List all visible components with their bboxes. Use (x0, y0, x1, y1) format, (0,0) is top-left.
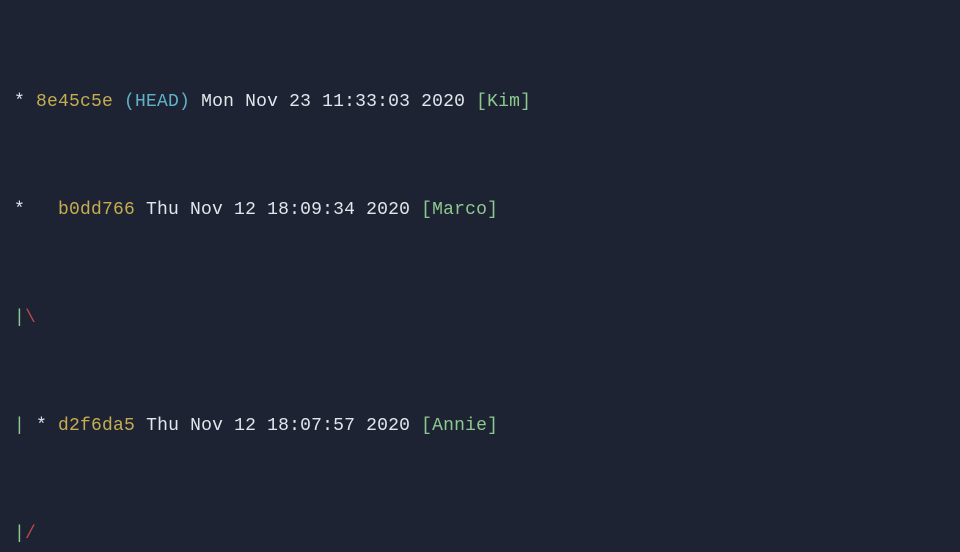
author-open: [ (421, 417, 432, 435)
commit-date: Thu Nov 12 18:07:57 2020 (146, 417, 410, 435)
spacer (113, 93, 124, 111)
author-close: ] (487, 417, 498, 435)
commit-date: Thu Nov 12 18:09:34 2020 (146, 201, 410, 219)
git-log-output: * 8e45c5e (HEAD) Mon Nov 23 11:33:03 202… (0, 0, 960, 552)
graph-segment: | (14, 417, 36, 435)
graph-segment: / (25, 525, 36, 543)
spacer (410, 417, 421, 435)
spacer (465, 93, 476, 111)
graph-segment: \ (25, 309, 36, 327)
log-line: | * d2f6da5 Thu Nov 12 18:07:57 2020 [ A… (14, 408, 946, 444)
commit-author: Marco (432, 201, 487, 219)
spacer (410, 201, 421, 219)
author-close: ] (487, 201, 498, 219)
log-line: | / (14, 516, 946, 552)
graph-segment: * (36, 417, 58, 435)
graph-segment: * (14, 93, 36, 111)
commit-author: Annie (432, 417, 487, 435)
commit-author: Kim (487, 93, 520, 111)
head-ref: (HEAD) (124, 93, 190, 111)
spacer (190, 93, 201, 111)
commit-hash: b0dd766 (58, 201, 135, 219)
author-open: [ (421, 201, 432, 219)
graph-segment: | (14, 525, 25, 543)
log-line: * 8e45c5e (HEAD) Mon Nov 23 11:33:03 202… (14, 84, 946, 120)
commit-hash: d2f6da5 (58, 417, 135, 435)
log-line: * b0dd766 Thu Nov 12 18:09:34 2020 [ Mar… (14, 192, 946, 228)
author-close: ] (520, 93, 531, 111)
log-line: | \ (14, 300, 946, 336)
spacer (135, 201, 146, 219)
commit-hash: 8e45c5e (36, 93, 113, 111)
spacer (135, 417, 146, 435)
author-open: [ (476, 93, 487, 111)
commit-date: Mon Nov 23 11:33:03 2020 (201, 93, 465, 111)
graph-segment: | (14, 309, 25, 327)
graph-segment: * (14, 201, 58, 219)
